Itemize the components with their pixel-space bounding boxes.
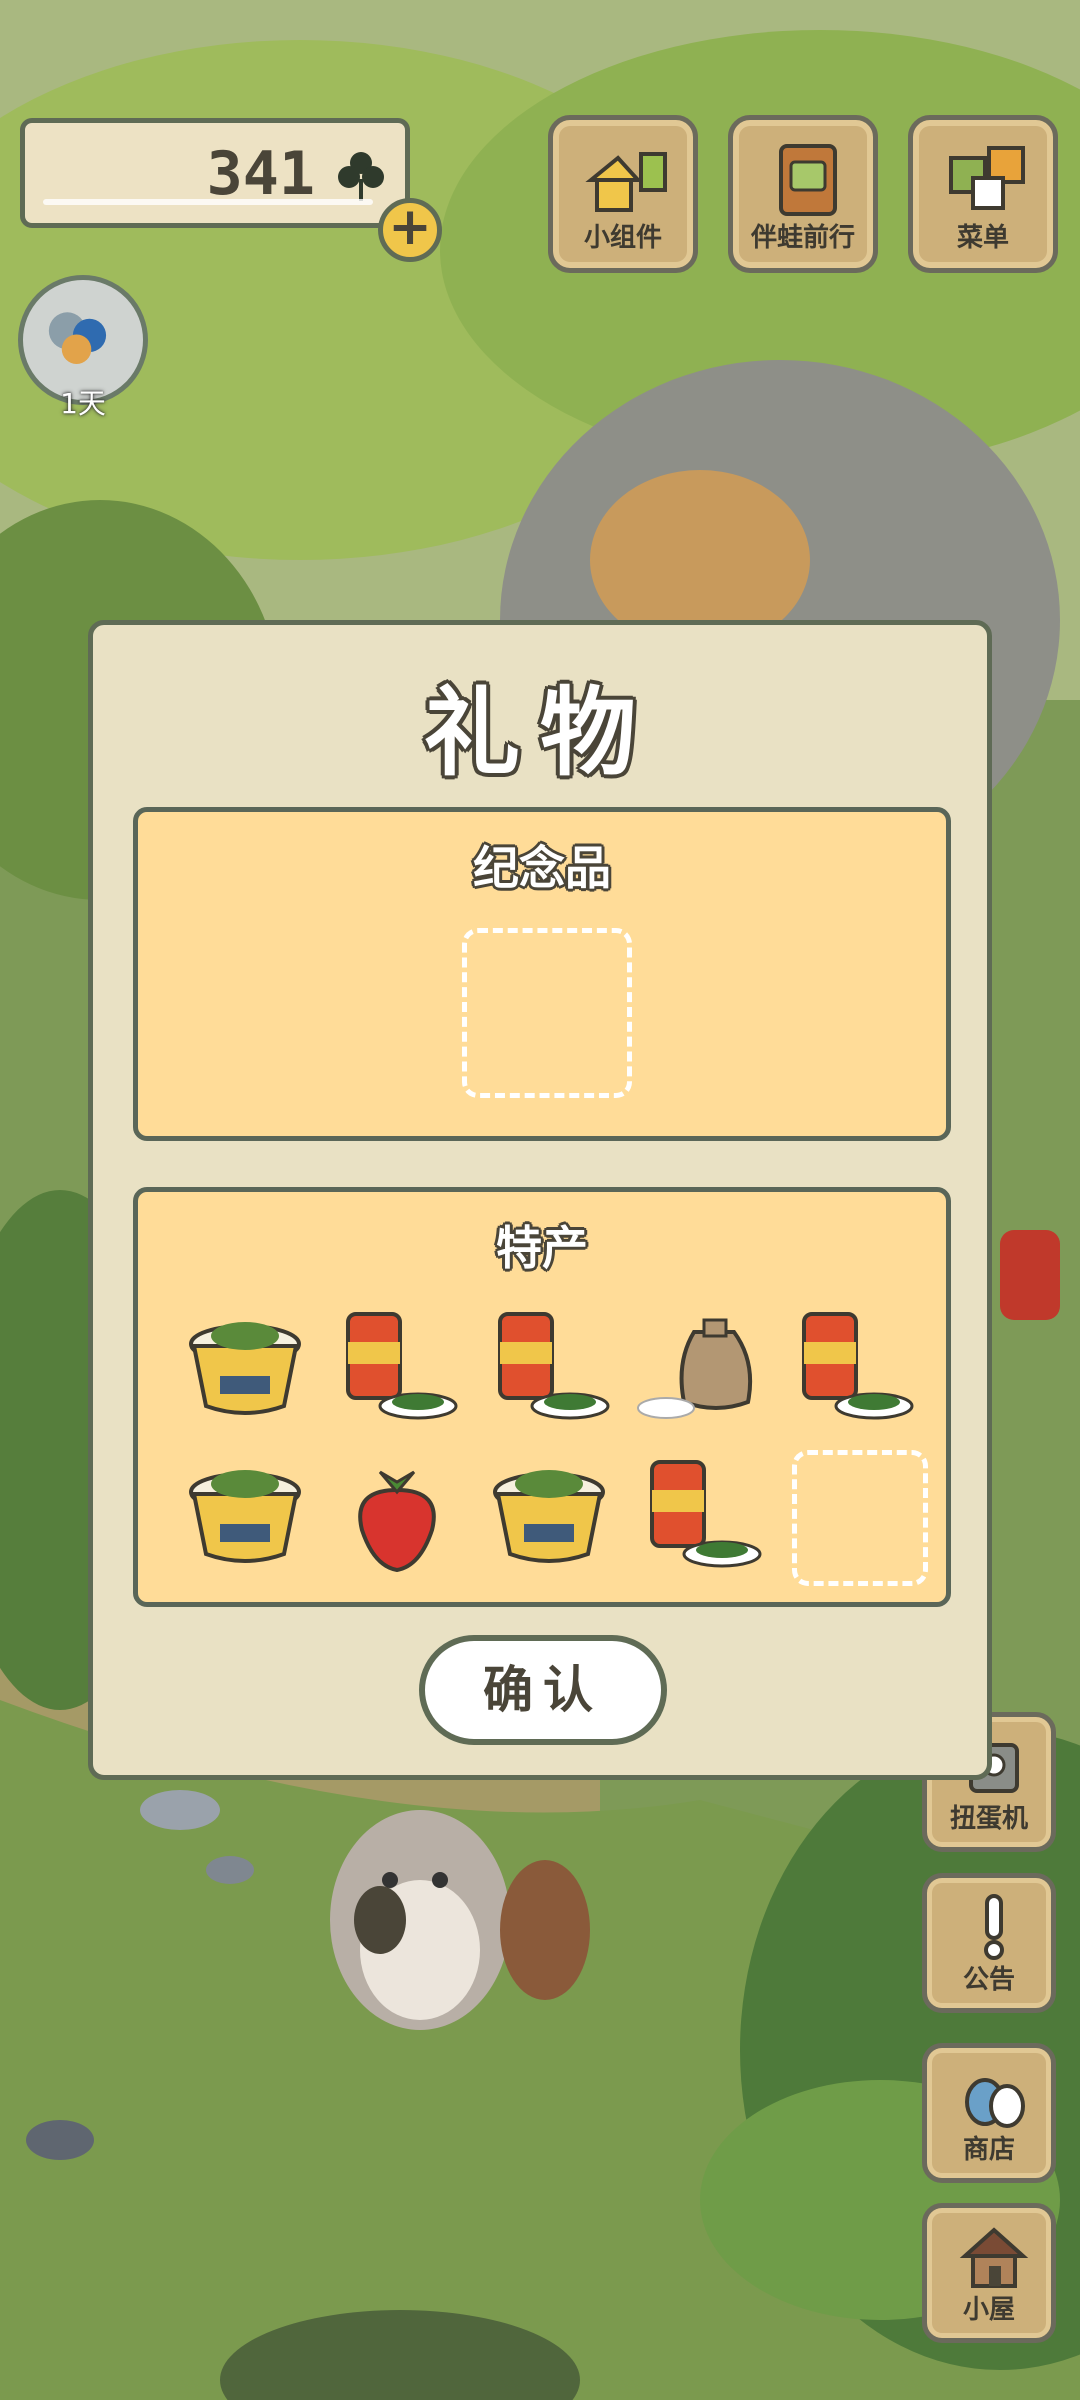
widget-icon — [585, 152, 667, 212]
souvenir-panel: 纪念品 — [133, 807, 951, 1141]
specialty-slot-empty[interactable] — [792, 1450, 928, 1586]
menu-button[interactable]: 菜单 — [908, 115, 1058, 273]
dialog-title: 礼物 — [424, 677, 656, 789]
menu-label: 菜单 — [956, 223, 1009, 253]
house-label: 小屋 — [962, 2295, 1015, 2325]
souvenir-title: 纪念品 — [473, 841, 611, 895]
shop-bags-icon — [965, 2078, 1025, 2128]
drink-can-with-dish-item[interactable] — [484, 1302, 614, 1432]
journey-label: 伴蛙前行 — [750, 223, 855, 253]
noodle-bowl-item[interactable] — [180, 1302, 310, 1432]
notice-label: 公告 — [962, 1965, 1015, 1995]
clover-icon — [338, 152, 384, 201]
drink-can-with-dish-item[interactable] — [332, 1302, 462, 1432]
calendar-badge[interactable]: 1天 — [18, 275, 148, 420]
specialty-title: 特产 — [496, 1221, 588, 1275]
noodle-bowl-item[interactable] — [180, 1450, 310, 1580]
clover-counter: 341 — [20, 118, 410, 228]
rice-sack-item[interactable] — [636, 1302, 766, 1432]
shop-label: 商店 — [962, 2135, 1015, 2165]
journey-book-icon — [779, 144, 837, 216]
exclamation-icon — [984, 1894, 1004, 1960]
journey-button[interactable]: 伴蛙前行 — [728, 115, 878, 273]
days-away-label: 1天 — [60, 387, 106, 420]
house-icon — [959, 2227, 1029, 2288]
souvenir-slot-empty[interactable] — [462, 928, 632, 1098]
notice-button[interactable]: 公告 — [922, 1873, 1056, 2013]
strawberry-item[interactable] — [332, 1450, 462, 1580]
menu-cards-icon — [949, 146, 1025, 210]
specialty-panel: 特产 — [133, 1187, 951, 1607]
noodle-bowl-item[interactable] — [484, 1450, 614, 1580]
add-clover-button[interactable]: + — [378, 198, 442, 262]
shop-button[interactable]: 商店 — [922, 2043, 1056, 2183]
drink-can-with-dish-item[interactable] — [788, 1302, 918, 1432]
confirm-button[interactable]: 确认 — [419, 1635, 667, 1745]
gift-dialog: 礼物 纪念品 特产 确认 — [88, 620, 992, 1780]
widget-button[interactable]: 小组件 — [548, 115, 698, 273]
house-button[interactable]: 小屋 — [922, 2203, 1056, 2343]
gacha-label: 扭蛋机 — [949, 1804, 1028, 1834]
drink-can-with-dish-item[interactable] — [636, 1450, 766, 1580]
widget-label: 小组件 — [583, 223, 662, 253]
